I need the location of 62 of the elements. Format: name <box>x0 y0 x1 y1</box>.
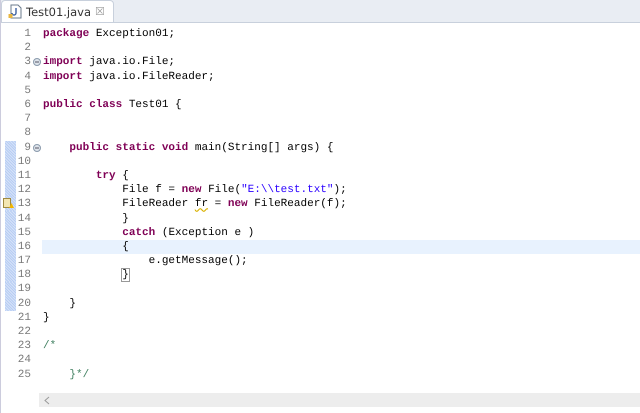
line-number: 20 <box>17 298 31 310</box>
code-text: fr <box>194 198 208 210</box>
code-text: { <box>122 240 129 253</box>
collapse-icon[interactable] <box>32 58 40 66</box>
line-number: 6 <box>23 99 31 112</box>
matched-bracket: } <box>122 269 129 282</box>
line-number: 4 <box>23 70 31 83</box>
code-text: Exception01; <box>96 28 176 40</box>
line-number: 12 <box>17 184 31 196</box>
line-number: 25 <box>17 368 31 381</box>
code-keyword: new <box>182 184 202 196</box>
line-number: 9 <box>23 142 31 154</box>
code-keyword: new <box>228 198 248 210</box>
code-text: } <box>43 312 50 324</box>
code-text: main(String[] args) { <box>194 142 334 154</box>
code-text: java.io.File; <box>89 56 176 68</box>
line-number: 10 <box>17 156 31 168</box>
tab-title: Test01.java <box>26 4 92 18</box>
code-text: } <box>69 298 76 310</box>
line-number: 23 <box>17 340 31 352</box>
code-comment: }*/ <box>69 368 90 381</box>
code-text: FileReader(f); <box>254 198 347 210</box>
collapse-icon[interactable] <box>32 144 40 152</box>
line-number: 16 <box>17 240 31 253</box>
line-number: 11 <box>17 170 31 182</box>
line-number: 7 <box>23 113 31 126</box>
code-text: File( <box>208 184 242 196</box>
string-literal: "E:\\test.txt" <box>241 184 334 196</box>
code-text: e.getMessage(); <box>148 255 248 268</box>
code-keyword: package <box>43 28 90 40</box>
line-number: 5 <box>23 84 31 97</box>
code-text: FileReader <box>122 198 190 210</box>
line-number: 14 <box>17 212 31 225</box>
code-keyword: public static void <box>69 142 188 154</box>
line-number: 19 <box>17 283 31 296</box>
code-text: Test01 { <box>128 99 182 112</box>
code-keyword: public class <box>43 99 122 112</box>
code-keyword: catch <box>122 226 156 239</box>
code-text: } <box>122 212 129 225</box>
line-number: 15 <box>17 226 31 239</box>
code-text: ); <box>334 184 347 196</box>
line-number: 1 <box>23 28 31 40</box>
line-number: 17 <box>17 255 31 268</box>
line-number: 24 <box>17 354 31 366</box>
line-number: 8 <box>23 127 31 140</box>
line-number: 21 <box>17 312 31 324</box>
code-text: = <box>214 198 222 210</box>
line-number: 13 <box>17 198 31 210</box>
line-number: 22 <box>17 326 31 338</box>
line-number: 3 <box>23 56 31 68</box>
line-number: 2 <box>23 42 31 54</box>
line-number: 18 <box>17 269 31 282</box>
code-text: java.io.FileReader; <box>89 70 215 83</box>
code-keyword: import <box>43 70 83 83</box>
java-file-icon <box>8 4 22 19</box>
code-keyword: try <box>96 170 116 182</box>
code-text: { <box>122 170 129 182</box>
code-text: (Exception e ) <box>162 226 254 239</box>
editor-tab[interactable]: Test01.java ☒ <box>1 0 114 22</box>
code-text: File f = <box>122 184 176 196</box>
code-keyword: import <box>43 56 83 68</box>
code-comment: /* <box>43 340 56 352</box>
